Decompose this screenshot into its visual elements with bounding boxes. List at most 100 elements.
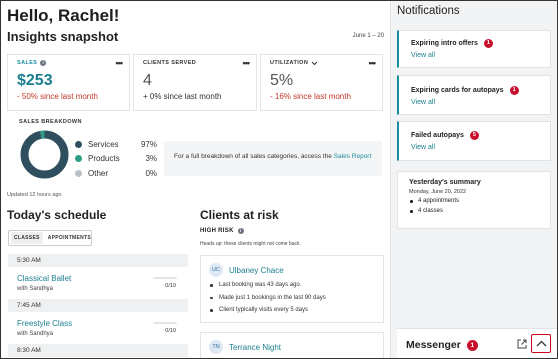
legend-row-services: Services 97% [75, 137, 157, 152]
app-frame: Hello, Rachel! Insights snapshot June 1 … [0, 0, 558, 359]
sales-label: SALES [17, 60, 38, 66]
legend-pct: 0% [145, 168, 157, 178]
legend-swatch [75, 140, 82, 148]
legend-row-other: Other 0% [75, 166, 157, 181]
utilization-change: - 16% since last month [270, 92, 351, 101]
summary-title: Yesterday's summary [409, 179, 481, 186]
notifications-title: Notifications [397, 5, 460, 17]
avatar: TN [209, 340, 223, 354]
time-header: 5:30 AM [8, 254, 188, 267]
list-item: Made just 1 bookings in the last 90 days [210, 295, 383, 308]
clients-served-label: CLIENTS SERVED [143, 60, 197, 66]
tab-classes[interactable]: CLASSES [11, 232, 43, 244]
sales-change: - 50% since last month [17, 92, 98, 101]
count-badge: 1 [466, 339, 478, 351]
sales-label-row: SALES i [17, 60, 120, 66]
notification-title: Expiring cards for autopays [411, 87, 504, 94]
utilization-card[interactable]: UTILIZATION ••• 5% - 16% since last mont… [260, 54, 383, 111]
client-header: UC Ulbaney Chace [201, 256, 383, 277]
notification-title: Expiring intro offers [411, 40, 478, 47]
view-all-link[interactable]: View all [411, 52, 550, 59]
more-options-icon[interactable]: ••• [116, 58, 124, 68]
class-teacher: with Sandhya [17, 331, 54, 337]
info-icon[interactable]: i [237, 228, 244, 234]
legend-name: Services [88, 139, 119, 149]
notification-title-row: Expiring intro offers 1 [411, 39, 550, 48]
client-name-link[interactable]: Terrance Night [229, 343, 281, 352]
clients-at-risk-title: Clients at risk [200, 208, 279, 222]
count-badge: 1 [483, 39, 493, 48]
list-item: Client typically visits every 5 days [210, 307, 383, 320]
risk-level-label: HIGH RISK [200, 228, 234, 234]
capacity-bar [153, 277, 177, 279]
info-icon[interactable]: i [40, 60, 47, 66]
insights-title: Insights snapshot [7, 29, 119, 44]
clients-served-value: 4 [143, 72, 152, 89]
list-item: Last booking was 43 days ago. [210, 282, 383, 295]
utilization-label: UTILIZATION [270, 60, 309, 66]
legend-name: Products [88, 154, 120, 164]
notification-title-row: Expiring cards for autopays 1 [411, 86, 550, 95]
donut-slice-services [20, 130, 69, 179]
schedule-tabs: CLASSES APPOINTMENTS [8, 230, 92, 246]
sales-breakdown-donut [20, 130, 69, 179]
utilization-label-row: UTILIZATION [270, 60, 373, 66]
clients-served-card[interactable]: CLIENTS SERVED ••• 4 + 0% since last mon… [133, 54, 257, 111]
tab-appointments[interactable]: APPOINTMENTS [45, 232, 94, 244]
clients-served-change: + 0% since last month [143, 92, 222, 101]
legend-pct: 3% [145, 154, 157, 164]
view-all-link[interactable]: View all [411, 99, 550, 106]
breakdown-legend: Services 97% Products 3% Other 0% [75, 137, 157, 181]
breakdown-note: For a full breakdown of all sales catego… [164, 141, 382, 176]
more-options-icon[interactable]: ••• [243, 58, 251, 68]
sales-card[interactable]: SALES i ••• $253 - 50% since last month [7, 54, 130, 111]
messenger-bar: Messenger 1 [397, 328, 557, 358]
updated-timestamp: Updated 12 hours ago [7, 192, 62, 198]
legend-row-products: Products 3% [75, 152, 157, 167]
summary-date: Monday, June 20, 2022 [409, 189, 467, 195]
risk-client-card: TN Terrance Night [200, 332, 384, 358]
count-badge: 1 [509, 86, 519, 95]
sales-breakdown-label: SALES BREAKDOWN [19, 119, 82, 125]
schedule-title: Today's schedule [7, 208, 107, 222]
notification-title-row: Failed autopays 5 [411, 131, 550, 140]
chevron-up-icon [536, 340, 546, 347]
legend-swatch [75, 155, 82, 163]
open-external-icon[interactable] [516, 338, 528, 350]
class-capacity: 0/10 [165, 283, 176, 289]
messenger-title-row: Messenger 1 [406, 339, 478, 351]
schedule-list: 5:30 AM Classical Ballet with Sandhya 0/… [8, 254, 188, 357]
client-facts: Last booking was 43 days ago. Made just … [201, 277, 383, 320]
greeting-heading: Hello, Rachel! [7, 6, 120, 25]
list-item[interactable]: Freestyle Class with Sandhya 0/10 [8, 312, 188, 344]
view-all-link[interactable]: View all [411, 144, 550, 151]
avatar: UC [209, 263, 223, 277]
messenger-title: Messenger [406, 339, 461, 351]
class-capacity: 0/10 [165, 328, 176, 334]
list-item: 4 classes [409, 208, 550, 218]
chevron-down-icon[interactable] [311, 61, 318, 66]
main-content: Hello, Rachel! Insights snapshot June 1 … [1, 1, 390, 358]
sales-value: $253 [17, 72, 53, 89]
legend-name: Other [88, 168, 109, 178]
risk-level-row: HIGH RISK i [200, 228, 244, 234]
notification-title: Failed autopays [411, 132, 464, 139]
date-range[interactable]: June 1 – 20 [353, 33, 384, 39]
class-teacher: with Sandhya [17, 286, 54, 292]
list-item[interactable]: Classical Ballet with Sandhya 0/10 [8, 267, 188, 299]
sales-report-link[interactable]: Sales Report [334, 153, 372, 160]
notification-card: Failed autopays 5 View all [397, 121, 551, 161]
notification-card: Expiring cards for autopays 1 View all [397, 75, 551, 115]
time-header: 8:30 AM [8, 344, 188, 357]
breakdown-note-text: For a full breakdown of all sales catego… [174, 153, 334, 160]
time-header: 7:45 AM [8, 299, 188, 312]
capacity-bar [153, 322, 177, 324]
expand-messenger-button[interactable] [531, 334, 551, 353]
list-item: 4 appointments [409, 198, 550, 208]
more-options-icon[interactable]: ••• [369, 58, 377, 68]
legend-pct: 97% [140, 139, 157, 149]
client-name-link[interactable]: Ulbaney Chace [229, 266, 284, 275]
risk-note: Heads up: these clients might not come b… [200, 241, 301, 247]
summary-list: 4 appointments 4 classes [409, 198, 550, 218]
sales-breakdown: SALES BREAKDOWN Services 97% Products 3% [7, 115, 382, 188]
